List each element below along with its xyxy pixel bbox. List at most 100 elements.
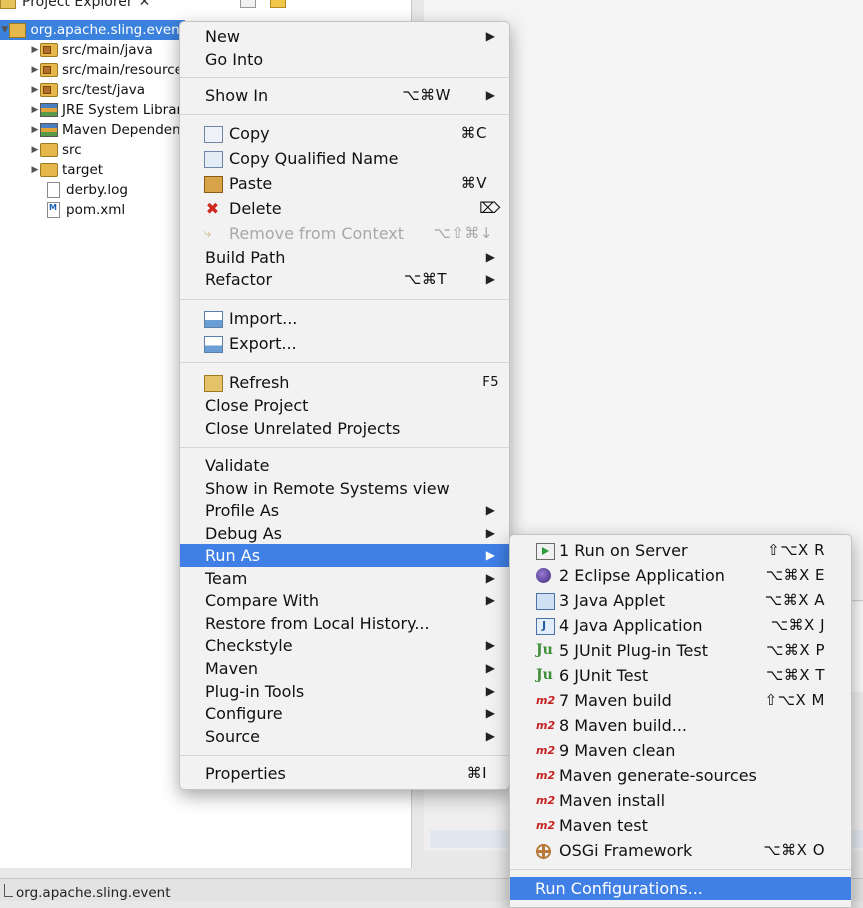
run-as-item-maven-test[interactable]: m2 Maven test [510, 814, 851, 837]
menu-item-import[interactable]: Import... [180, 307, 509, 330]
menu-item-label: 3 Java Applet [559, 591, 665, 610]
menu-item-copy[interactable]: Copy ⌘C [180, 122, 509, 145]
menu-separator [180, 447, 509, 448]
menu-item-compare-with[interactable]: Compare With ▶ [180, 589, 509, 612]
export-icon [204, 336, 223, 353]
menu-item-label: Restore from Local History... [205, 614, 430, 633]
menu-item-checkstyle[interactable]: Checkstyle ▶ [180, 634, 509, 657]
run-as-item-maven-install[interactable]: m2 Maven install [510, 789, 851, 812]
run-as-item-maven-build-dialog[interactable]: m2 8 Maven build... [510, 714, 851, 737]
collapsed-arrow-icon[interactable]: ▶ [30, 105, 40, 115]
run-as-item-eclipse-application[interactable]: 2 Eclipse Application ⌥⌘X E [510, 564, 851, 587]
menu-item-shortcut: ⌥⇧⌘↓ [433, 224, 493, 242]
menu-item-source[interactable]: Source ▶ [180, 725, 509, 748]
run-as-item-junit-test[interactable]: Ju 6 JUnit Test ⌥⌘X T [510, 664, 851, 687]
collapsed-arrow-icon[interactable]: ▶ [30, 145, 40, 155]
menu-item-close-unrelated-projects[interactable]: Close Unrelated Projects [180, 417, 509, 440]
menu-item-label: Validate [205, 456, 270, 475]
close-icon[interactable]: ✕ [139, 0, 151, 10]
menu-separator [180, 299, 509, 300]
collapsed-arrow-icon[interactable]: ▶ [30, 165, 40, 175]
menu-item-shortcut: ⌥⌘W [402, 86, 451, 104]
submenu-arrow-icon: ▶ [485, 548, 495, 562]
menu-item-maven[interactable]: Maven ▶ [180, 657, 509, 680]
menu-item-label: Compare With [205, 591, 319, 610]
expanded-arrow-icon[interactable]: ▼ [0, 25, 9, 35]
menu-item-label: Close Unrelated Projects [205, 419, 401, 438]
menu-item-label: Export... [229, 334, 297, 353]
menu-item-restore-local-history[interactable]: Restore from Local History... [180, 612, 509, 635]
java-applet-icon [536, 593, 555, 610]
submenu-arrow-icon: ▶ [485, 503, 495, 517]
tree-item-label: src/test/java [62, 82, 146, 98]
menu-item-label: Show In [205, 86, 269, 105]
menu-item-properties[interactable]: Properties ⌘I [180, 762, 509, 785]
run-as-item-run-on-server[interactable]: 1 Run on Server ⇧⌥X R [510, 539, 851, 562]
collapsed-arrow-icon[interactable]: ▶ [30, 125, 40, 135]
submenu-arrow-icon: ▶ [485, 88, 495, 102]
collapsed-arrow-icon[interactable]: ▶ [30, 65, 40, 75]
menu-item-shortcut: ⌥⌘X A [764, 591, 825, 609]
menu-item-label: 8 Maven build... [559, 716, 688, 735]
menu-item-plugin-tools[interactable]: Plug-in Tools ▶ [180, 680, 509, 703]
run-as-item-java-applet[interactable]: 3 Java Applet ⌥⌘X A [510, 589, 851, 612]
menu-item-profile-as[interactable]: Profile As ▶ [180, 499, 509, 522]
menu-item-debug-as[interactable]: Debug As ▶ [180, 522, 509, 545]
menu-item-export[interactable]: Export... [180, 332, 509, 355]
tree-item-label: derby.log [66, 182, 128, 198]
menu-item-label: Remove from Context [229, 224, 405, 243]
folder-icon [40, 163, 58, 177]
run-as-item-maven-clean[interactable]: m2 9 Maven clean [510, 739, 851, 762]
menu-item-paste[interactable]: Paste ⌘V [180, 172, 509, 195]
menu-item-shortcut: ⌥⌘X E [765, 566, 825, 584]
collapsed-arrow-icon[interactable]: ▶ [30, 85, 40, 95]
menu-item-close-project[interactable]: Close Project [180, 394, 509, 417]
menu-item-label: Maven generate-sources [559, 766, 757, 785]
tree-item-label: target [62, 162, 104, 178]
junit-icon: Ju [536, 642, 553, 658]
submenu-arrow-icon: ▶ [485, 684, 495, 698]
menu-item-validate[interactable]: Validate [180, 454, 509, 477]
menu-item-label: New [205, 27, 240, 46]
menu-item-configure[interactable]: Configure ▶ [180, 702, 509, 725]
menu-item-show-remote-systems[interactable]: Show in Remote Systems view [180, 477, 509, 500]
menu-item-label: Paste [229, 174, 273, 193]
menu-item-build-path[interactable]: Build Path ▶ [180, 246, 509, 269]
menu-item-shortcut: ⌥⌘X O [763, 841, 825, 859]
run-as-item-osgi-framework[interactable]: OSGi Framework ⌥⌘X O [510, 839, 851, 862]
menu-item-refactor[interactable]: Refactor ⌥⌘T ▶ [180, 268, 509, 291]
collapsed-arrow-icon[interactable]: ▶ [30, 45, 40, 55]
maven-icon: m2 [536, 719, 556, 732]
run-as-item-run-configurations[interactable]: Run Configurations... [510, 877, 851, 900]
run-as-item-java-application[interactable]: 4 Java Application ⌥⌘X J [510, 614, 851, 637]
menu-item-delete[interactable]: ✖ Delete ⌦ [180, 197, 509, 220]
menu-item-copy-qualified-name[interactable]: Copy Qualified Name [180, 147, 509, 170]
menu-item-label: Copy Qualified Name [229, 149, 399, 168]
link-with-editor-icon[interactable] [270, 0, 286, 8]
menu-item-label: 4 Java Application [559, 616, 703, 635]
submenu-arrow-icon: ▶ [485, 526, 495, 540]
run-as-item-maven-build[interactable]: m2 7 Maven build ⇧⌥X M [510, 689, 851, 712]
java-application-icon [536, 618, 555, 635]
maven-icon: m2 [536, 794, 556, 807]
collapse-all-icon[interactable] [240, 0, 256, 8]
menu-separator [180, 77, 509, 78]
menu-item-new[interactable]: New ▶ [180, 25, 509, 48]
copy-icon [204, 126, 223, 143]
menu-item-go-into[interactable]: Go Into [180, 48, 509, 71]
menu-item-team[interactable]: Team ▶ [180, 567, 509, 590]
menu-item-show-in[interactable]: Show In ⌥⌘W ▶ [180, 84, 509, 107]
submenu-arrow-icon: ▶ [485, 706, 495, 720]
menu-item-label: Source [205, 727, 260, 746]
menu-item-shortcut: F5 [482, 375, 499, 390]
menu-item-shortcut: ⌘V [460, 174, 487, 192]
run-as-item-maven-generate-sources[interactable]: m2 Maven generate-sources [510, 764, 851, 787]
menu-item-label: 1 Run on Server [559, 541, 688, 560]
menu-separator [180, 755, 509, 756]
project-explorer-tab[interactable]: Project Explorer ✕ [0, 0, 180, 16]
menu-item-label: Build Path [205, 248, 286, 267]
run-as-item-junit-plugin-test[interactable]: Ju 5 JUnit Plug-in Test ⌥⌘X P [510, 639, 851, 662]
menu-item-run-as[interactable]: Run As ▶ [180, 544, 509, 567]
tree-item-project[interactable]: ▼ org.apache.sling.event [0, 20, 185, 40]
menu-item-refresh[interactable]: Refresh F5 [180, 371, 509, 394]
